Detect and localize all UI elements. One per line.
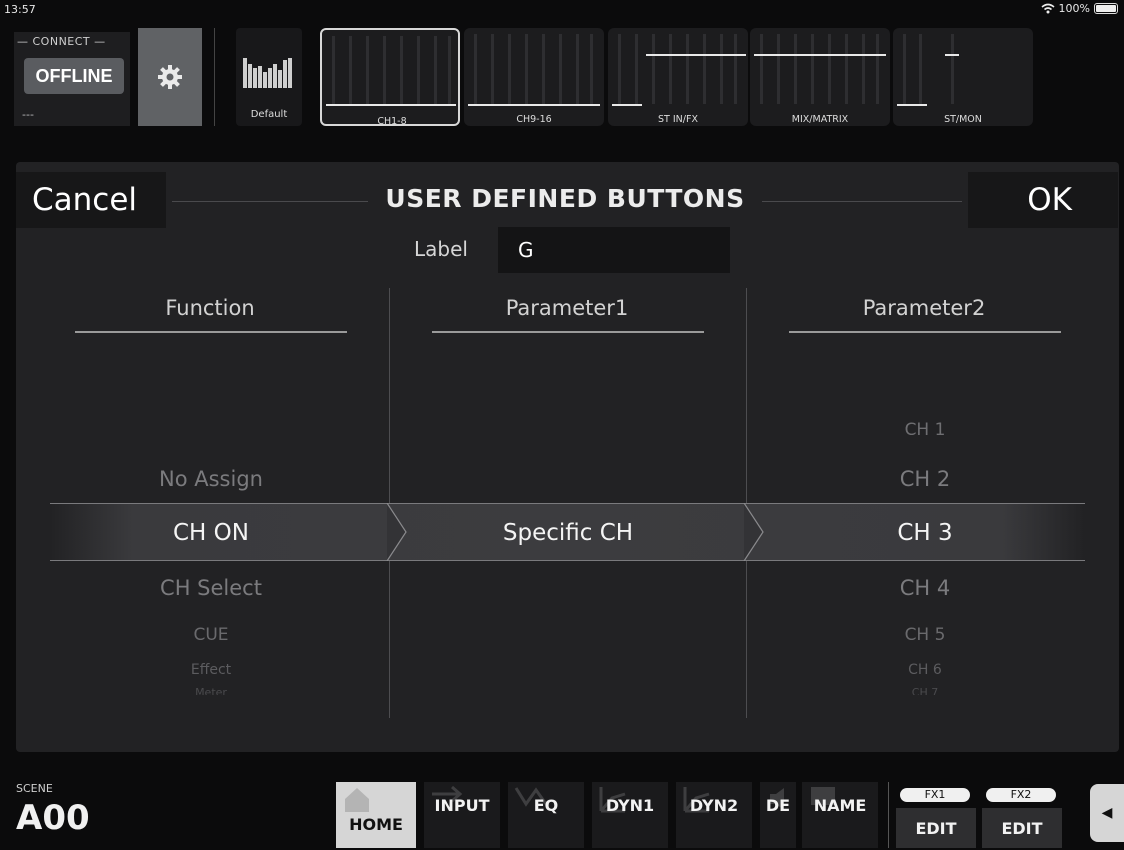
- home-icon: [345, 788, 369, 812]
- home-label: HOME: [349, 815, 403, 834]
- parameter2-option[interactable]: CH 5: [789, 625, 1061, 645]
- input-label: INPUT: [434, 796, 490, 815]
- wifi-icon: [1041, 3, 1055, 14]
- eq-label: EQ: [533, 796, 559, 815]
- cancel-button[interactable]: Cancel: [16, 172, 166, 228]
- fx2-edit-button[interactable]: EDIT: [982, 808, 1062, 848]
- label-caption: Label: [414, 237, 468, 261]
- function-option[interactable]: No Assign: [75, 467, 347, 491]
- fx1-edit-button[interactable]: EDIT: [896, 808, 976, 848]
- bank-label: ST/MON: [944, 114, 982, 125]
- connect-info: ---: [22, 108, 34, 121]
- bank-label: ST IN/FX: [658, 114, 698, 125]
- offline-button[interactable]: OFFLINE: [24, 58, 124, 94]
- name-label: NAME: [813, 796, 867, 815]
- parameter2-option[interactable]: CH 7: [789, 686, 1061, 695]
- setup-button[interactable]: [138, 28, 202, 126]
- gear-icon: [158, 65, 182, 89]
- status-time: 13:57: [4, 3, 36, 16]
- dyn2-label: DYN2: [689, 796, 739, 815]
- bank-mix-matrix[interactable]: MIX/MATRIX: [750, 28, 890, 126]
- parameter2-option[interactable]: CH 4: [789, 576, 1061, 600]
- function-option[interactable]: Effect: [75, 662, 347, 678]
- parameter2-option[interactable]: CH 6: [789, 662, 1061, 678]
- chevron-right-icon: [743, 503, 764, 561]
- bank-label: CH9-16: [516, 114, 552, 125]
- bank-ch1-8[interactable]: CH1-8: [320, 28, 460, 126]
- battery-icon: [1094, 3, 1118, 14]
- chevron-right-icon: [386, 503, 407, 561]
- ok-button[interactable]: OK: [968, 172, 1118, 228]
- default-label: Default: [250, 109, 288, 120]
- name-button[interactable]: NAME: [802, 782, 878, 848]
- column-header-function: Function: [165, 296, 255, 320]
- level-meter-icon: [243, 58, 292, 98]
- function-option[interactable]: CUE: [75, 625, 347, 645]
- column-header-parameter2: Parameter2: [862, 296, 986, 320]
- column-rule: [75, 331, 347, 333]
- caret-left-icon: ◀: [1101, 805, 1113, 821]
- bank-ch9-16[interactable]: CH9-16: [464, 28, 604, 126]
- input-button[interactable]: INPUT: [424, 782, 500, 848]
- bank-st-in-fx[interactable]: ST IN/FX: [608, 28, 748, 126]
- scene-number[interactable]: A00: [16, 798, 90, 838]
- parameter1-selected[interactable]: Specific CH: [432, 520, 704, 546]
- column-rule: [432, 331, 704, 333]
- parameter2-option[interactable]: CH 2: [789, 467, 1061, 491]
- fx2-indicator: FX2: [986, 788, 1056, 802]
- parameter2-selected[interactable]: CH 3: [789, 520, 1061, 546]
- dyn1-button[interactable]: DYN1: [592, 782, 668, 848]
- column-rule: [789, 331, 1061, 333]
- delay-button[interactable]: DE: [760, 782, 796, 848]
- home-button[interactable]: HOME: [336, 782, 416, 848]
- title-rule: [172, 201, 368, 202]
- eq-button[interactable]: EQ: [508, 782, 584, 848]
- scene-caption: SCENE: [16, 782, 53, 795]
- delay-label: DE: [765, 796, 791, 815]
- dyn1-label: DYN1: [605, 796, 655, 815]
- header-divider: [214, 28, 215, 126]
- title-rule: [762, 201, 962, 202]
- dyn2-button[interactable]: DYN2: [676, 782, 752, 848]
- side-panel-toggle[interactable]: ◀: [1090, 784, 1124, 842]
- connect-label: — CONNECT —: [17, 35, 106, 48]
- status-indicators: 100%: [1041, 2, 1118, 15]
- label-input[interactable]: G: [498, 227, 730, 273]
- function-selected[interactable]: CH ON: [75, 520, 347, 546]
- fx1-indicator: FX1: [900, 788, 970, 802]
- function-option[interactable]: Meter: [75, 686, 347, 695]
- function-option[interactable]: CH Select: [75, 576, 347, 600]
- bank-label: CH1-8: [377, 116, 407, 126]
- column-header-parameter1: Parameter1: [505, 296, 629, 320]
- bank-st-mon[interactable]: ST/MON: [893, 28, 1033, 126]
- parameter2-option[interactable]: CH 1: [789, 420, 1061, 440]
- battery-percent: 100%: [1058, 2, 1090, 15]
- bank-label: MIX/MATRIX: [791, 114, 849, 125]
- dialog-title: USER DEFINED BUTTONS: [385, 184, 745, 213]
